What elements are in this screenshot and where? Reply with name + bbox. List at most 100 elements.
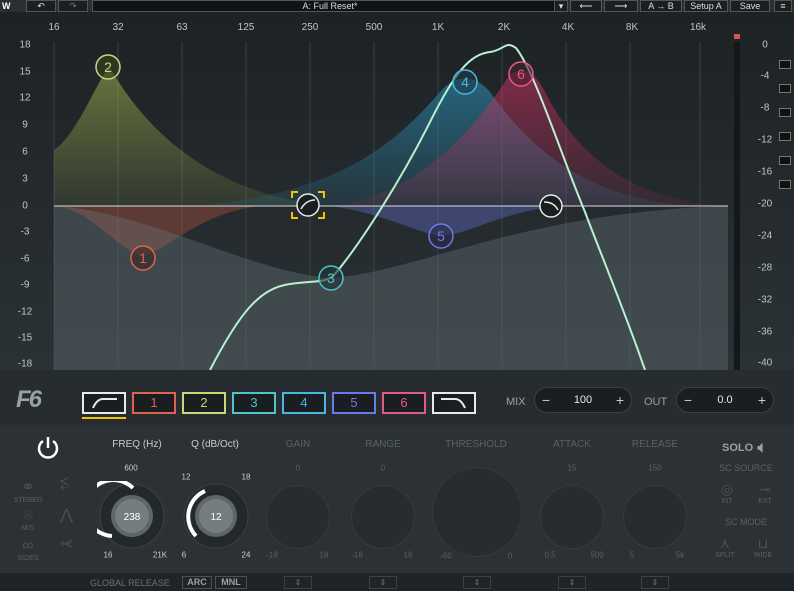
node-1[interactable]: 1: [130, 245, 156, 271]
band-menu-icon[interactable]: [779, 108, 791, 117]
preset-dropdown-button[interactable]: ▾: [554, 0, 568, 12]
setup-button[interactable]: Setup A: [684, 0, 728, 12]
sc-wide-button[interactable]: ⊔ WIDE: [750, 535, 776, 559]
power-icon[interactable]: [35, 435, 61, 461]
output-db-label: -24: [757, 230, 773, 242]
band-button-4[interactable]: 4: [282, 392, 326, 414]
gain-stepper[interactable]: ⇕: [284, 576, 312, 589]
range-knob[interactable]: [351, 485, 415, 549]
sc-int-button[interactable]: ◎ INT: [716, 481, 738, 505]
lowpass-node[interactable]: [539, 194, 563, 218]
dynamic-above-icon[interactable]: ⥶: [60, 475, 69, 493]
output-db-label: -16: [757, 166, 773, 178]
mix-value[interactable]: 100: [557, 394, 609, 406]
band-menu-icon[interactable]: [779, 132, 791, 141]
freq-label: 125: [237, 22, 255, 33]
output-db-label: 0: [762, 39, 768, 51]
wide-label: WIDE: [753, 552, 773, 559]
sc-source-label: SC SOURCE: [719, 463, 773, 473]
out-control[interactable]: − 0.0 +: [676, 387, 774, 413]
eq-graph[interactable]: 1 2 3 4 5 6 16 32 63 125 250 500 1K 2K 4…: [0, 12, 794, 370]
ab-button[interactable]: A → B: [640, 0, 682, 12]
gain-tick-max: 18: [319, 550, 329, 560]
solo-button[interactable]: SOLO 🔈︎: [722, 437, 768, 458]
sc-split-button[interactable]: ⋏ SPLIT: [712, 535, 738, 559]
redo-button[interactable]: ↷: [58, 0, 88, 12]
node-6[interactable]: 6: [508, 61, 534, 87]
band-button-lowpass[interactable]: [432, 392, 476, 414]
ext-label: EXT: [758, 498, 772, 505]
int-label: INT: [721, 498, 733, 505]
attack-tick-top: 15: [567, 463, 577, 473]
band-button-6[interactable]: 6: [382, 392, 426, 414]
undo-button[interactable]: ↶: [26, 0, 56, 12]
out-value[interactable]: 0.0: [699, 394, 751, 406]
dynamic-below-icon[interactable]: ⥷: [60, 535, 73, 553]
out-decrement-button[interactable]: −: [677, 392, 699, 408]
save-button[interactable]: Save: [730, 0, 770, 12]
threshold-stepper[interactable]: ⇕: [463, 576, 491, 589]
freq-label: 4K: [561, 22, 575, 33]
attack-stepper[interactable]: ⇕: [558, 576, 586, 589]
ms-icon: ⌾: [23, 507, 33, 524]
gain-tick-top: 0: [295, 463, 301, 473]
release-knob[interactable]: [623, 485, 687, 549]
mix-control[interactable]: − 100 +: [534, 387, 632, 413]
band-button-2[interactable]: 2: [182, 392, 226, 414]
eq-graph-svg[interactable]: 1 2 3 4 5 6: [0, 12, 794, 370]
attack-tick-max: 500: [590, 550, 604, 560]
node-5[interactable]: 5: [428, 223, 454, 249]
band-button-5[interactable]: 5: [332, 392, 376, 414]
attack-knob[interactable]: [540, 485, 604, 549]
menu-button[interactable]: ≡: [774, 0, 792, 12]
mode-label: M/S: [21, 525, 35, 532]
db-label: 9: [22, 119, 28, 131]
band-button-label: 2: [200, 395, 208, 410]
freq-knob[interactable]: 238: [97, 481, 167, 551]
band-menu-icon[interactable]: [779, 60, 791, 69]
release-stepper[interactable]: ⇕: [641, 576, 669, 589]
sc-ext-button[interactable]: ⊸ EXT: [754, 481, 776, 505]
split-label: SPLIT: [715, 552, 735, 559]
node-2[interactable]: 2: [95, 54, 121, 80]
freq-tick-max: 21K: [152, 550, 168, 560]
arc-button[interactable]: ARC: [182, 576, 212, 589]
prev-preset-button[interactable]: ⟵: [570, 0, 602, 12]
range-stepper[interactable]: ⇕: [369, 576, 397, 589]
node-4[interactable]: 4: [452, 69, 478, 95]
threshold-knob[interactable]: [432, 467, 522, 557]
mix-decrement-button[interactable]: −: [535, 392, 557, 408]
mnl-button[interactable]: MNL: [215, 576, 247, 589]
preset-name-field[interactable]: A: Full Reset*: [92, 0, 568, 12]
band-menu-icon[interactable]: [779, 156, 791, 165]
next-preset-button[interactable]: ⟶: [604, 0, 638, 12]
output-db-label: -36: [757, 326, 773, 338]
mix-label: MIX: [506, 396, 526, 408]
dynamic-band-icon[interactable]: ⋀: [60, 505, 73, 525]
band-button-1[interactable]: 1: [132, 392, 176, 414]
band-button-label: 5: [350, 395, 358, 410]
output-db-label: -20: [757, 198, 773, 210]
release-tick-top: 150: [648, 463, 662, 473]
mix-increment-button[interactable]: +: [609, 392, 631, 408]
output-meter-clip: [734, 34, 740, 39]
band-menu-icon[interactable]: [779, 180, 791, 189]
band-button-3[interactable]: 3: [232, 392, 276, 414]
threshold-tick-min: -60: [440, 551, 452, 561]
mode-stereo-button[interactable]: ⚭ STEREO: [10, 477, 46, 504]
out-increment-button[interactable]: +: [751, 392, 773, 408]
release-label: RELEASE: [631, 439, 679, 450]
freq-value: 238: [124, 512, 141, 523]
mode-sides-button[interactable]: ∞ SIDES: [10, 537, 46, 562]
output-db-label: -8: [760, 102, 770, 114]
range-tick-top: 0: [380, 463, 386, 473]
q-knob[interactable]: 12: [181, 481, 251, 551]
gain-knob[interactable]: [266, 485, 330, 549]
band-button-highpass[interactable]: [82, 392, 126, 414]
mode-ms-button[interactable]: ⌾ M/S: [10, 507, 46, 532]
node-5-label: 5: [437, 228, 445, 244]
gain-label: GAIN: [285, 439, 311, 450]
node-3[interactable]: 3: [318, 265, 344, 291]
sc-mode-label: SC MODE: [724, 517, 768, 527]
band-menu-icon[interactable]: [779, 84, 791, 93]
